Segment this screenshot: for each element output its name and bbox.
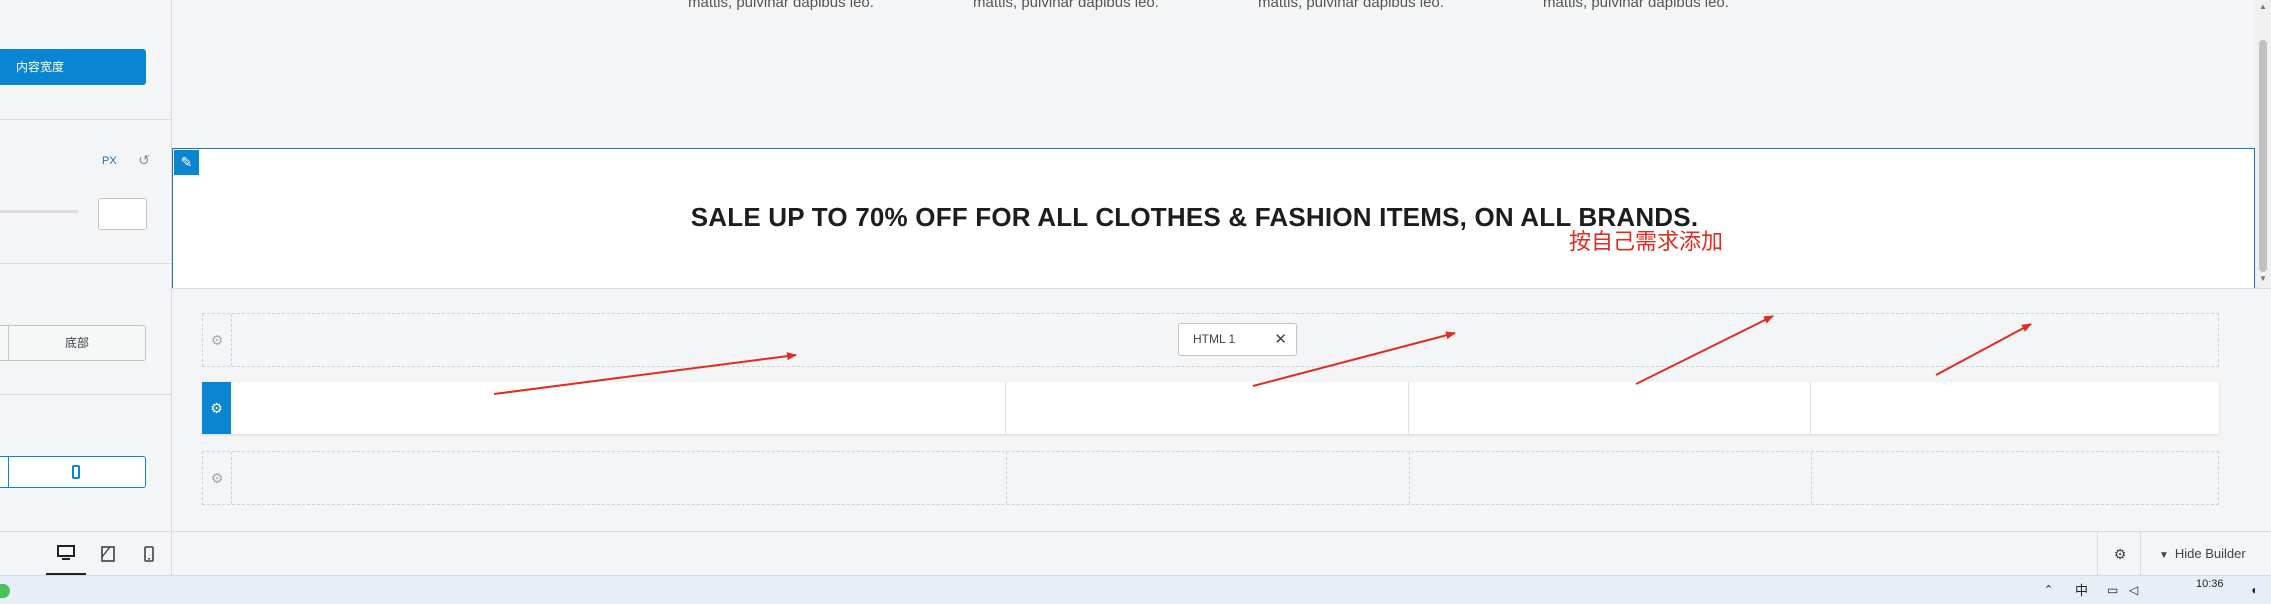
undo-icon[interactable]: ↺ — [136, 152, 152, 168]
chevron-up-icon[interactable]: ⌃ — [2044, 576, 2053, 604]
taskbar-clock[interactable]: 10:36 — [2196, 578, 2224, 590]
sale-heading: SALE UP TO 70% OFF FOR ALL CLOTHES & FAS… — [690, 202, 1699, 232]
ime-indicator[interactable]: 中 — [2075, 576, 2088, 604]
unit-selector[interactable]: PX — [102, 155, 117, 167]
sidebar-divider — [0, 263, 172, 264]
volume-icon[interactable]: ◁ — [2129, 576, 2138, 604]
scroll-up-arrow-icon[interactable]: ▲ — [2258, 2, 2268, 12]
footer-divider — [2097, 532, 2098, 576]
gear-icon[interactable]: ⚙ — [203, 452, 232, 504]
builder-row-bottom[interactable]: ⚙ — [202, 451, 2219, 505]
gear-icon[interactable]: ⚙ — [2107, 532, 2133, 576]
content-width-button[interactable]: 内容宽度 — [0, 49, 146, 85]
os-taskbar: ⌃ 中 ▭ ◁ 10:36 ◖ — [0, 575, 2271, 604]
wechat-app-icon[interactable] — [0, 584, 10, 598]
scroll-thumb[interactable] — [2259, 40, 2267, 272]
html-item-chip[interactable]: HTML 1 ✕ — [1178, 323, 1297, 356]
preview-scrollbar[interactable]: ▲ ▼ — [2255, 0, 2271, 288]
sidebar-divider — [0, 119, 172, 120]
chevron-down-icon: ▼ — [2159, 550, 2169, 561]
notification-icon[interactable]: ◖ — [2250, 576, 2257, 604]
builder-row-top[interactable]: ⚙ HTML 1 ✕ — [202, 313, 2219, 367]
gear-icon[interactable]: ⚙ — [202, 382, 231, 434]
builder-row-main[interactable]: ⚙ — [202, 382, 2219, 434]
footer-builder: ⚙ HTML 1 ✕ ⚙ ⚙ — [172, 288, 2271, 531]
column-text: mattis, pulvinar dapibus leo. — [1258, 0, 1444, 11]
range-slider[interactable] — [0, 210, 78, 213]
column-divider — [1408, 382, 1409, 434]
footer-divider — [171, 532, 172, 576]
column-divider — [1409, 452, 1410, 504]
column-divider — [1811, 452, 1812, 504]
close-icon[interactable]: ✕ — [1274, 324, 1287, 355]
sidebar-divider — [0, 394, 172, 395]
segment-divider — [8, 457, 9, 487]
tablet-icon[interactable] — [88, 532, 128, 576]
site-preview: mattis, pulvinar dapibus leo. mattis, pu… — [172, 0, 2255, 288]
gear-icon[interactable]: ⚙ — [203, 314, 232, 366]
network-icon[interactable]: ▭ — [2107, 576, 2118, 604]
html-item-label: HTML 1 — [1193, 332, 1236, 346]
column-text: mattis, pulvinar dapibus leo. — [688, 0, 874, 11]
customizer-footer: ⚙ ▼ Hide Builder — [0, 531, 2271, 576]
mobile-device-icon[interactable] — [72, 465, 80, 479]
column-text: mattis, pulvinar dapibus leo. — [973, 0, 1159, 11]
sale-banner[interactable]: ✎ SALE UP TO 70% OFF FOR ALL CLOTHES & F… — [172, 148, 2255, 288]
mobile-icon[interactable] — [129, 532, 169, 576]
number-input[interactable] — [98, 198, 147, 230]
customizer-sidebar: 内容宽度 PX ↺ 底部 — [0, 0, 172, 531]
column-divider — [1005, 382, 1006, 434]
annotation-note: 按自己需求添加 — [1569, 230, 1724, 255]
scroll-down-arrow-icon[interactable]: ▼ — [2258, 274, 2268, 284]
column-divider — [1006, 452, 1007, 504]
pencil-icon[interactable]: ✎ — [174, 150, 199, 175]
column-divider — [1810, 382, 1811, 434]
segment-bottom-option[interactable]: 底部 — [9, 326, 145, 360]
position-segment-control: 底部 — [0, 325, 146, 361]
device-visibility-control — [0, 456, 146, 488]
column-text: mattis, pulvinar dapibus leo. — [1543, 0, 1729, 11]
hide-builder-button[interactable]: ▼ Hide Builder — [2141, 532, 2246, 576]
desktop-icon[interactable] — [46, 532, 86, 576]
hide-builder-label: Hide Builder — [2174, 546, 2246, 561]
